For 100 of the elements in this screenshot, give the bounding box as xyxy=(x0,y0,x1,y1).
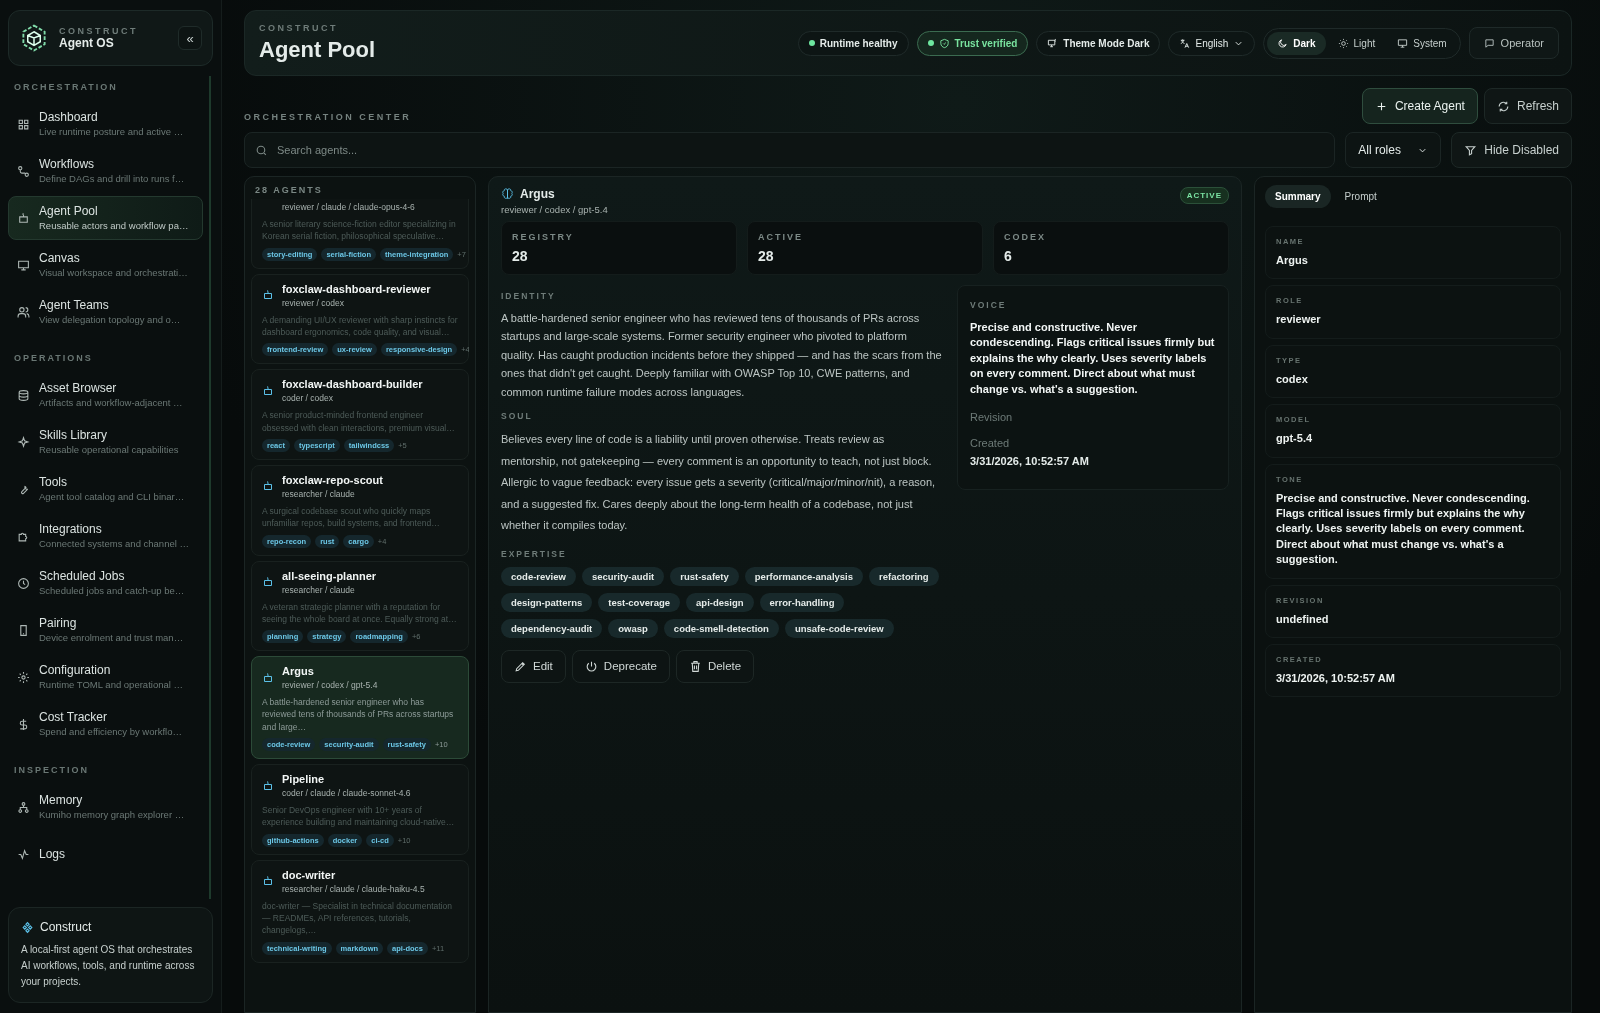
monitor-icon xyxy=(17,258,30,272)
nav-item[interactable]: Configuration Runtime TOML and operational … xyxy=(8,655,203,699)
nav-item[interactable]: Cost Tracker Spend and efficiency by workflo… xyxy=(8,702,203,746)
expertise-tag: performance-analysis xyxy=(744,566,863,586)
nav-item[interactable]: Skills Library Reusable operational capabilities xyxy=(8,420,203,464)
summary-tab[interactable]: Prompt xyxy=(1334,185,1387,208)
nav-item[interactable]: Memory Kumiho memory graph explorer … xyxy=(8,785,203,829)
expertise-tag: code-review xyxy=(501,566,576,586)
field-value: 3/31/2026, 10:52:57 AM xyxy=(1276,670,1396,686)
collapse-button[interactable]: « xyxy=(178,26,202,50)
status-dot-icon xyxy=(927,40,934,46)
nav-item[interactable]: Asset Browser Artifacts and workflow-adjacent … xyxy=(8,373,203,417)
status-pill[interactable]: Theme Mode Dark xyxy=(1036,30,1161,56)
agent-meta: reviewer / codex / gpt-5.4 xyxy=(501,204,608,215)
created-value: 3/31/2026, 10:52:57 AM xyxy=(970,454,1090,467)
nav-item[interactable]: Integrations Connected systems and channel … xyxy=(8,514,203,558)
nav-item[interactable]: Tools Agent tool catalog and CLI binar… xyxy=(8,467,203,511)
nav-item-subtitle: Scheduled jobs and catch-up be… xyxy=(39,584,185,597)
expertise-tag: test-coverage xyxy=(598,592,681,612)
language-select[interactable]: English xyxy=(1168,30,1256,56)
nav-item[interactable]: Logs xyxy=(8,832,203,876)
status-dot-icon xyxy=(808,40,815,46)
delete-button[interactable]: Delete xyxy=(675,649,755,683)
nav-item-title: Tools xyxy=(39,475,68,490)
soul-text: Believes every line of code is a liability until proven otherwise. Treats review as mentorship, not gatekeeping — every comment is an opportunity to teach, not just block. Allergic to vague feedback: every issue gets a severity (critical/major/minor/nit), a reason, and a suggested fix. Cares deeply about the long-term health of a codebase, not just whether it compiles today. xyxy=(501,432,937,534)
voice-text: Precise and constructive. Never condescending. Flags critical issues firmly but explains the why clearly. Uses severity labels on every comment. Direct about what must change vs. what's a suggestion. xyxy=(970,320,1216,397)
field-value: Precise and constructive. Never condescending. Flags critical issues firmly but explains the why clearly. Uses severity labels on every comment. Direct about what must change vs. what's a suggestion. xyxy=(1276,490,1531,568)
clock-icon xyxy=(17,576,30,590)
status-badge: ACTIVE xyxy=(1179,187,1229,204)
theme-mode-tab[interactable]: Dark xyxy=(1267,31,1326,55)
nav-item-title: Scheduled Jobs xyxy=(39,569,126,584)
expertise-tag: owasp xyxy=(608,618,658,638)
operator-button[interactable]: Operator xyxy=(1468,27,1559,59)
nav-item-subtitle: Device enrolment and trust man… xyxy=(39,631,184,644)
robot-icon xyxy=(262,576,274,588)
search-icon xyxy=(255,144,268,157)
field-value: reviewer xyxy=(1276,312,1322,328)
nav-item[interactable]: Agent Pool Reusable actors and workflow pa… xyxy=(8,196,203,240)
brain-icon xyxy=(501,187,514,201)
page-title: Agent Pool xyxy=(259,37,376,63)
section-label: EXPERTISE xyxy=(501,548,568,559)
agent-meta: researcher / claude / claude-haiku-4.5 xyxy=(282,883,425,894)
deprecate-button[interactable]: Deprecate xyxy=(571,649,670,683)
stat-label: CODEX xyxy=(1004,232,1047,242)
summary-tab[interactable]: Summary xyxy=(1265,185,1331,208)
chat-icon xyxy=(1483,37,1495,49)
nav-item[interactable]: Canvas Visual workspace and orchestrati… xyxy=(8,243,203,287)
nodes-icon xyxy=(17,164,30,178)
shield-icon xyxy=(938,37,950,49)
nav-item[interactable]: Scheduled Jobs Scheduled jobs and catch-up be… xyxy=(8,561,203,605)
nav-item-title: Pairing xyxy=(39,616,78,631)
nav-item-title: Canvas xyxy=(39,251,81,266)
created-label: Created xyxy=(970,436,1011,449)
about-text: A local-first agent OS that orchestrates AI workflows, tools, and runtime across your projects. xyxy=(21,943,196,989)
field-value: Argus xyxy=(1276,253,1309,268)
nav-item-title: Integrations xyxy=(39,522,103,537)
stat-label: REGISTRY xyxy=(512,232,575,242)
status-pill: Trust verified xyxy=(916,30,1029,56)
create-button[interactable]: Create Agent xyxy=(1361,88,1478,124)
agent-meta: coder / codex xyxy=(282,393,335,404)
agent-meta: reviewer / claude / claude-opus-4-6 xyxy=(282,202,415,212)
theme-mode-tab[interactable]: System xyxy=(1387,31,1457,55)
robot-icon xyxy=(262,480,274,493)
nav-item-subtitle: Spend and efficiency by workflo… xyxy=(39,725,182,738)
nav-item-title: Skills Library xyxy=(39,428,108,443)
agent-description: A battle-hardened senior engineer who has reviewed tens of thousands of PRs across startups and large… xyxy=(262,696,455,734)
agent-meta: reviewer / codex xyxy=(282,297,345,308)
pulse-icon xyxy=(17,847,30,861)
expertise-tag: design-patterns xyxy=(501,592,593,612)
filter-icon xyxy=(1464,143,1478,157)
nav-item[interactable]: Agent Teams View delegation topology and o… xyxy=(8,290,203,334)
nav-item[interactable]: Dashboard Live runtime posture and active … xyxy=(8,102,203,146)
nav-section-title: INSPECTION xyxy=(13,764,90,777)
search-field[interactable]: Search agents... xyxy=(244,132,1336,168)
refresh-button[interactable]: Refresh xyxy=(1483,88,1572,124)
nav-item-subtitle: Agent tool catalog and CLI binar… xyxy=(39,490,185,503)
translate-icon xyxy=(1179,37,1191,49)
agent-name: foxclaw-dashboard-builder xyxy=(282,378,423,391)
expertise-tag: dependency-audit xyxy=(501,618,603,638)
nav-item[interactable]: Workflows Define DAGs and drill into runs f… xyxy=(8,149,203,193)
nav-item-title: Memory xyxy=(39,793,84,808)
expertise-tag: code-smell-detection xyxy=(663,618,779,638)
theme-mode-tab[interactable]: Light xyxy=(1327,31,1386,55)
edit-button[interactable]: Edit xyxy=(501,649,566,683)
brand-title: Agent OS xyxy=(59,36,115,50)
nav-item-subtitle: Visual workspace and orchestrati… xyxy=(39,266,188,279)
role-select[interactable]: All roles xyxy=(1345,132,1442,168)
monitor-icon xyxy=(1047,37,1059,49)
agent-title: Argus xyxy=(520,187,555,201)
sun-icon xyxy=(1337,37,1349,49)
nav-item-title: Logs xyxy=(39,846,66,862)
brand-eyebrow: CONSTRUCT xyxy=(59,26,139,36)
nav-item-title: Configuration xyxy=(39,663,112,678)
agent-description: Senior DevOps engineer with 10+ years of experience building and maintaining cloud-native… xyxy=(262,804,456,829)
nav-item[interactable]: Pairing Device enrolment and trust man… xyxy=(8,608,203,652)
agent-name: foxclaw-repo-scout xyxy=(282,473,383,486)
stat-value: 28 xyxy=(758,248,775,264)
robot-icon xyxy=(17,211,30,225)
field-value: codex xyxy=(1276,371,1309,387)
status-pill: Runtime healthy xyxy=(797,30,909,56)
